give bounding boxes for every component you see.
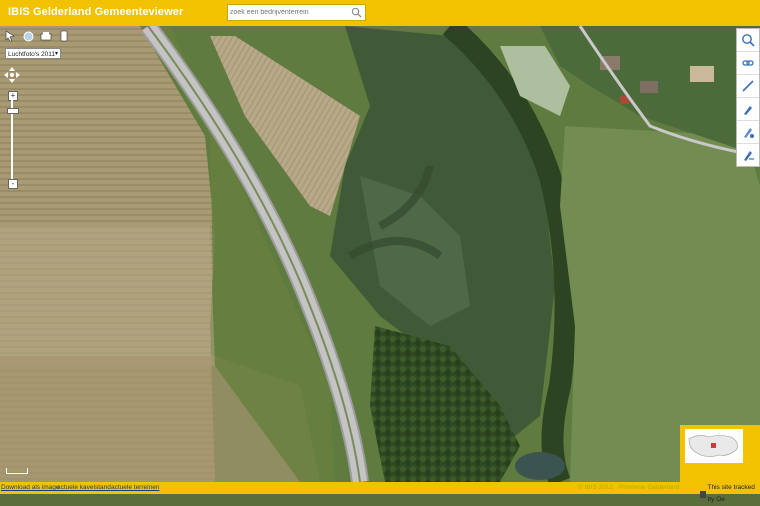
zoom-slider-handle[interactable] (7, 107, 19, 114)
draw-icon[interactable] (737, 121, 759, 144)
aerial-map[interactable] (0, 26, 760, 482)
current-view-marker (711, 443, 716, 448)
zoom-in-button[interactable]: + (8, 91, 18, 101)
pointer-icon[interactable] (4, 30, 16, 42)
layer-select[interactable]: Luchtfoto's 2011 ▾ (5, 48, 61, 59)
right-toolbar (736, 28, 760, 167)
aerial-photo (0, 26, 760, 482)
globe-icon[interactable] (22, 30, 34, 42)
overview-map[interactable] (685, 429, 743, 463)
footer-bar: Download als image actuele kavelstand ac… (0, 482, 760, 503)
terreinen-link[interactable]: actuele terreinen (111, 482, 159, 494)
pin-icon[interactable] (737, 98, 759, 121)
tracking-text: This site tracked by Oe (707, 484, 755, 503)
zoom-search-icon[interactable] (737, 29, 759, 52)
link-icon[interactable] (737, 52, 759, 75)
pan-control-icon[interactable] (4, 67, 20, 83)
zoom-out-button[interactable]: - (8, 179, 18, 189)
map-toolbar (4, 30, 70, 44)
bookmark-icon[interactable] (58, 30, 70, 42)
measure-icon[interactable] (737, 75, 759, 98)
chevron-down-icon: ▾ (54, 51, 58, 57)
overview-map-panel (680, 425, 760, 482)
tracking-icon (700, 490, 706, 498)
clear-icon[interactable] (737, 144, 759, 166)
download-image-link[interactable]: Download als image (1, 482, 60, 494)
search-icon[interactable] (351, 7, 362, 18)
scale-bar (6, 468, 28, 474)
kavelstand-link[interactable]: actuele kavelstand (57, 482, 111, 494)
search-input[interactable] (230, 5, 348, 20)
layer-selected-label: Luchtfoto's 2011 (8, 51, 56, 58)
copyright-text: © IBIS 2012 · Provincie Gelderland (578, 484, 680, 491)
search-box[interactable] (227, 4, 366, 21)
print-icon[interactable] (40, 30, 52, 42)
app-title: IBIS Gelderland Gemeenteviewer (8, 6, 184, 18)
tracking-notice: This site tracked by Oe (700, 482, 760, 506)
header-bar: IBIS Gelderland Gemeenteviewer (0, 0, 760, 26)
